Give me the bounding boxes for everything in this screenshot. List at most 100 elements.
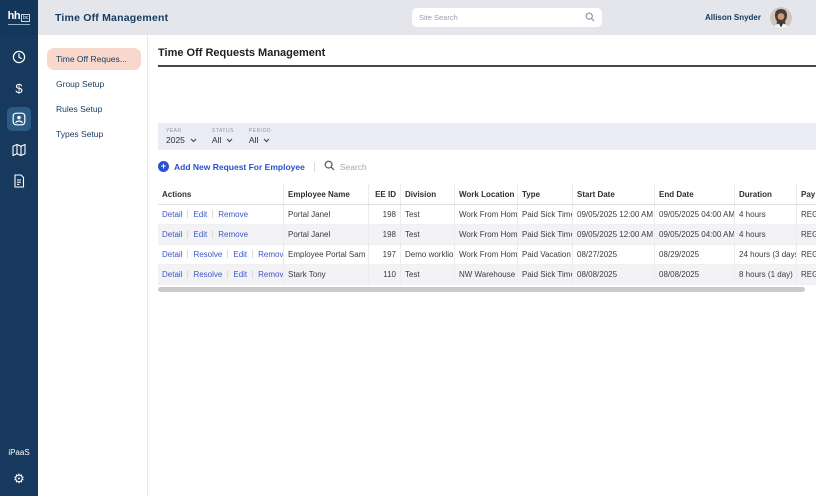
cell-actions: Detail Resolve Edit Remove	[158, 265, 283, 284]
logo-box-text: bc	[21, 14, 30, 22]
sidebar-item-group-setup[interactable]: Group Setup	[47, 73, 141, 95]
logo-text: hh	[8, 11, 20, 22]
user-menu[interactable]: Allison Snyder	[705, 7, 792, 29]
filter-bar: YEAR 2025 STATUS All PERIOD All	[158, 123, 816, 150]
logo: hhbc	[0, 0, 38, 35]
chevron-down-icon	[190, 135, 197, 145]
cell-employee: Portal Janel	[283, 225, 368, 244]
filter-status[interactable]: STATUS All	[212, 128, 234, 145]
sidebar-item-time-off-requests[interactable]: Time Off Reques...	[47, 48, 141, 70]
action-link-edit[interactable]: Edit	[233, 270, 247, 279]
cell-pay_code: REG - H	[796, 265, 816, 284]
table-search-box[interactable]	[324, 158, 420, 176]
scrollbar-thumb[interactable]	[158, 287, 805, 292]
chevron-down-icon	[226, 135, 233, 145]
table-search-input[interactable]	[340, 162, 420, 172]
action-wrap: Detail	[162, 210, 193, 219]
cell-employee: Employee Portal Sam	[283, 245, 368, 264]
page-title: Time Off Requests Management	[158, 47, 816, 59]
dollar-icon[interactable]: $	[7, 76, 31, 100]
add-request-button[interactable]: + Add New Request For Employee	[158, 161, 305, 172]
filter-status-label: STATUS	[212, 128, 234, 134]
avatar[interactable]	[770, 7, 792, 29]
site-search-box[interactable]	[412, 8, 602, 27]
action-link-resolve[interactable]: Resolve	[193, 250, 222, 259]
filter-period[interactable]: PERIOD All	[249, 128, 271, 145]
clock-icon[interactable]	[7, 45, 31, 69]
action-link-remove[interactable]: Remove	[258, 270, 283, 279]
cell-actions: Detail Edit Remove	[158, 205, 283, 224]
document-icon[interactable]	[7, 169, 31, 193]
cell-work_location: Work From Home	[454, 225, 517, 244]
site-search-input[interactable]	[419, 13, 585, 22]
action-link-remove[interactable]: Remove	[258, 250, 283, 259]
cell-pay_code: REG - H	[796, 245, 816, 264]
add-request-label: Add New Request For Employee	[174, 162, 305, 172]
cell-duration: 4 hours	[734, 225, 796, 244]
filter-year[interactable]: YEAR 2025	[166, 128, 197, 145]
action-link-edit[interactable]: Edit	[193, 210, 207, 219]
cell-end: 08/29/2025	[654, 245, 734, 264]
people-badge-icon[interactable]	[7, 107, 31, 131]
search-icon	[585, 9, 595, 27]
map-icon[interactable]	[7, 138, 31, 162]
action-link-remove[interactable]: Remove	[218, 230, 248, 239]
cell-work_location: Work From Home	[454, 245, 517, 264]
action-link-detail[interactable]: Detail	[162, 250, 182, 259]
sidebar-item-rules-setup[interactable]: Rules Setup	[47, 98, 141, 120]
action-link-remove[interactable]: Remove	[218, 210, 248, 219]
requests-table: ActionsEmployee NameEE IDDivisionWork Lo…	[158, 184, 816, 285]
cell-type: Paid Vacation	[517, 245, 572, 264]
cell-end: 09/05/2025 04:00 AM	[654, 205, 734, 224]
action-wrap: Detail	[162, 270, 193, 279]
cell-actions: Detail Edit Remove	[158, 225, 283, 244]
action-link-edit[interactable]: Edit	[193, 230, 207, 239]
gear-icon[interactable]: ⚙	[13, 472, 25, 485]
table-toolbar: + Add New Request For Employee	[158, 159, 816, 175]
cell-actions: Detail Resolve Edit Remove	[158, 245, 283, 264]
rail-bottom: iPaaS ⚙	[8, 448, 29, 496]
column-header: Employee Name	[283, 184, 368, 204]
cell-division: Test	[400, 205, 454, 224]
cell-duration: 8 hours (1 day)	[734, 265, 796, 284]
ipaas-link[interactable]: iPaaS	[8, 448, 29, 457]
title-divider	[158, 65, 816, 67]
filter-period-label: PERIOD	[249, 128, 271, 134]
cell-start: 09/05/2025 12:00 AM	[572, 225, 654, 244]
cell-division: Test	[400, 225, 454, 244]
column-header: Pay Cod	[796, 184, 816, 204]
cell-pay_code: REG - H	[796, 225, 816, 244]
column-header: End Date	[654, 184, 734, 204]
action-wrap: Detail	[162, 230, 193, 239]
main-content: Time Off Requests Management YEAR 2025 S…	[148, 35, 816, 496]
user-name[interactable]: Allison Snyder	[705, 13, 761, 22]
column-header: Actions	[158, 184, 283, 204]
horizontal-scrollbar[interactable]	[158, 287, 812, 293]
action-link-detail[interactable]: Detail	[162, 270, 182, 279]
action-link-detail[interactable]: Detail	[162, 210, 182, 219]
cell-pay_code: REG - H	[796, 205, 816, 224]
action-wrap: Remove	[218, 230, 248, 239]
column-header: Start Date	[572, 184, 654, 204]
column-header: EE ID	[368, 184, 400, 204]
table-header-row: ActionsEmployee NameEE IDDivisionWork Lo…	[158, 184, 816, 205]
filter-year-value: 2025	[166, 135, 185, 145]
search-icon	[324, 158, 335, 176]
column-header: Division	[400, 184, 454, 204]
cell-start: 08/08/2025	[572, 265, 654, 284]
cell-employee: Stark Tony	[283, 265, 368, 284]
cell-division: Demo worklio	[400, 245, 454, 264]
cell-ee_id: 198	[368, 225, 400, 244]
cell-division: Test	[400, 265, 454, 284]
action-link-edit[interactable]: Edit	[233, 250, 247, 259]
action-link-resolve[interactable]: Resolve	[193, 270, 222, 279]
cell-work_location: Work From Home	[454, 205, 517, 224]
table-row: Detail Edit Remove Portal Janel198TestWork …	[158, 225, 816, 245]
action-link-detail[interactable]: Detail	[162, 230, 182, 239]
table-row: Detail Resolve Edit RemoveStark Tony110Test…	[158, 265, 816, 285]
sidebar-item-types-setup[interactable]: Types Setup	[47, 123, 141, 145]
cell-ee_id: 110	[368, 265, 400, 284]
cell-duration: 24 hours (3 days)	[734, 245, 796, 264]
filter-period-value: All	[249, 135, 258, 145]
cell-ee_id: 198	[368, 205, 400, 224]
